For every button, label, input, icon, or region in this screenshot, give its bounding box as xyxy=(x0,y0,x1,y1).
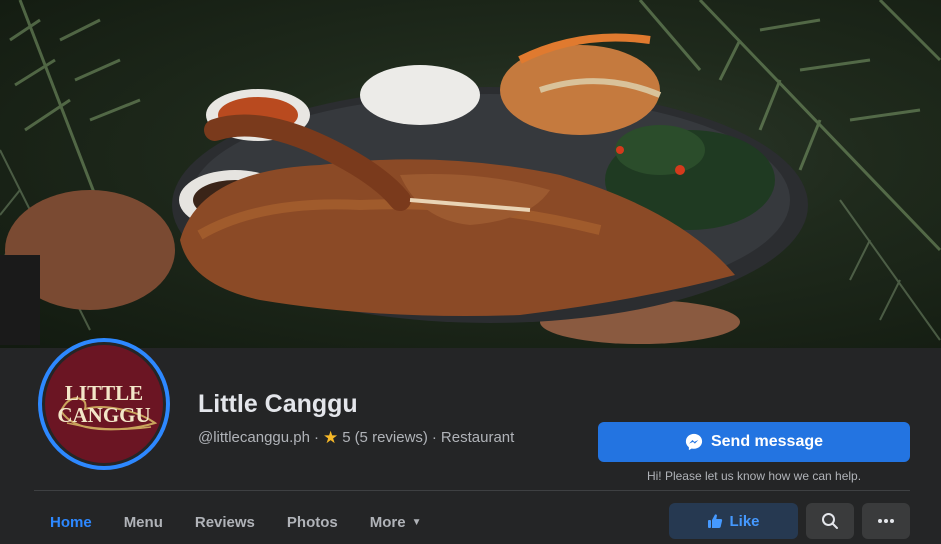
divider xyxy=(34,490,910,491)
messenger-icon xyxy=(685,433,703,451)
logo-text-line2: CANGGU xyxy=(57,403,151,427)
tab-label: Home xyxy=(50,513,92,531)
page-title[interactable]: Little Canggu xyxy=(198,390,358,419)
like-label: Like xyxy=(729,512,760,530)
reviews-link[interactable]: (5 reviews) xyxy=(355,429,428,446)
send-message-button[interactable]: Send message xyxy=(598,422,910,462)
search-button[interactable] xyxy=(806,503,854,539)
search-icon xyxy=(822,513,838,529)
rating-value: 5 xyxy=(342,429,351,446)
more-options-button[interactable] xyxy=(862,503,910,539)
send-message-label: Send message xyxy=(710,433,824,450)
tab-label: Photos xyxy=(286,513,338,531)
message-help-text: Hi! Please let us know how we can help. xyxy=(646,469,862,483)
tab-more[interactable]: More ▼ xyxy=(354,500,438,544)
cover-photo-illustration xyxy=(0,0,941,345)
caret-down-icon: ▼ xyxy=(411,516,422,528)
like-button[interactable]: Like xyxy=(669,503,798,539)
tab-label: Reviews xyxy=(194,513,255,531)
star-icon: ★ xyxy=(322,428,339,447)
page-tabs: Home Menu Reviews Photos More ▼ xyxy=(34,500,438,544)
separator: · xyxy=(431,429,437,446)
thumbs-up-icon xyxy=(708,514,723,528)
tab-label: Menu xyxy=(123,513,163,531)
tab-home[interactable]: Home xyxy=(34,500,108,544)
logo-text-line1: LITTLE xyxy=(64,381,144,405)
cover-photo[interactable] xyxy=(0,0,941,348)
profile-logo: LITTLE CANGGU xyxy=(42,342,166,466)
page-handle: @littlecanggu.ph xyxy=(198,429,310,446)
tab-reviews[interactable]: Reviews xyxy=(179,500,271,544)
ellipsis-icon xyxy=(878,519,894,523)
page-meta: @littlecanggu.ph · ★ 5 (5 reviews) · Res… xyxy=(198,429,514,446)
profile-avatar[interactable]: LITTLE CANGGU xyxy=(38,338,170,470)
page-category[interactable]: Restaurant xyxy=(441,429,514,446)
tab-label: More xyxy=(369,513,406,531)
separator: · xyxy=(313,429,319,446)
tab-photos[interactable]: Photos xyxy=(271,500,354,544)
tab-menu[interactable]: Menu xyxy=(108,500,179,544)
